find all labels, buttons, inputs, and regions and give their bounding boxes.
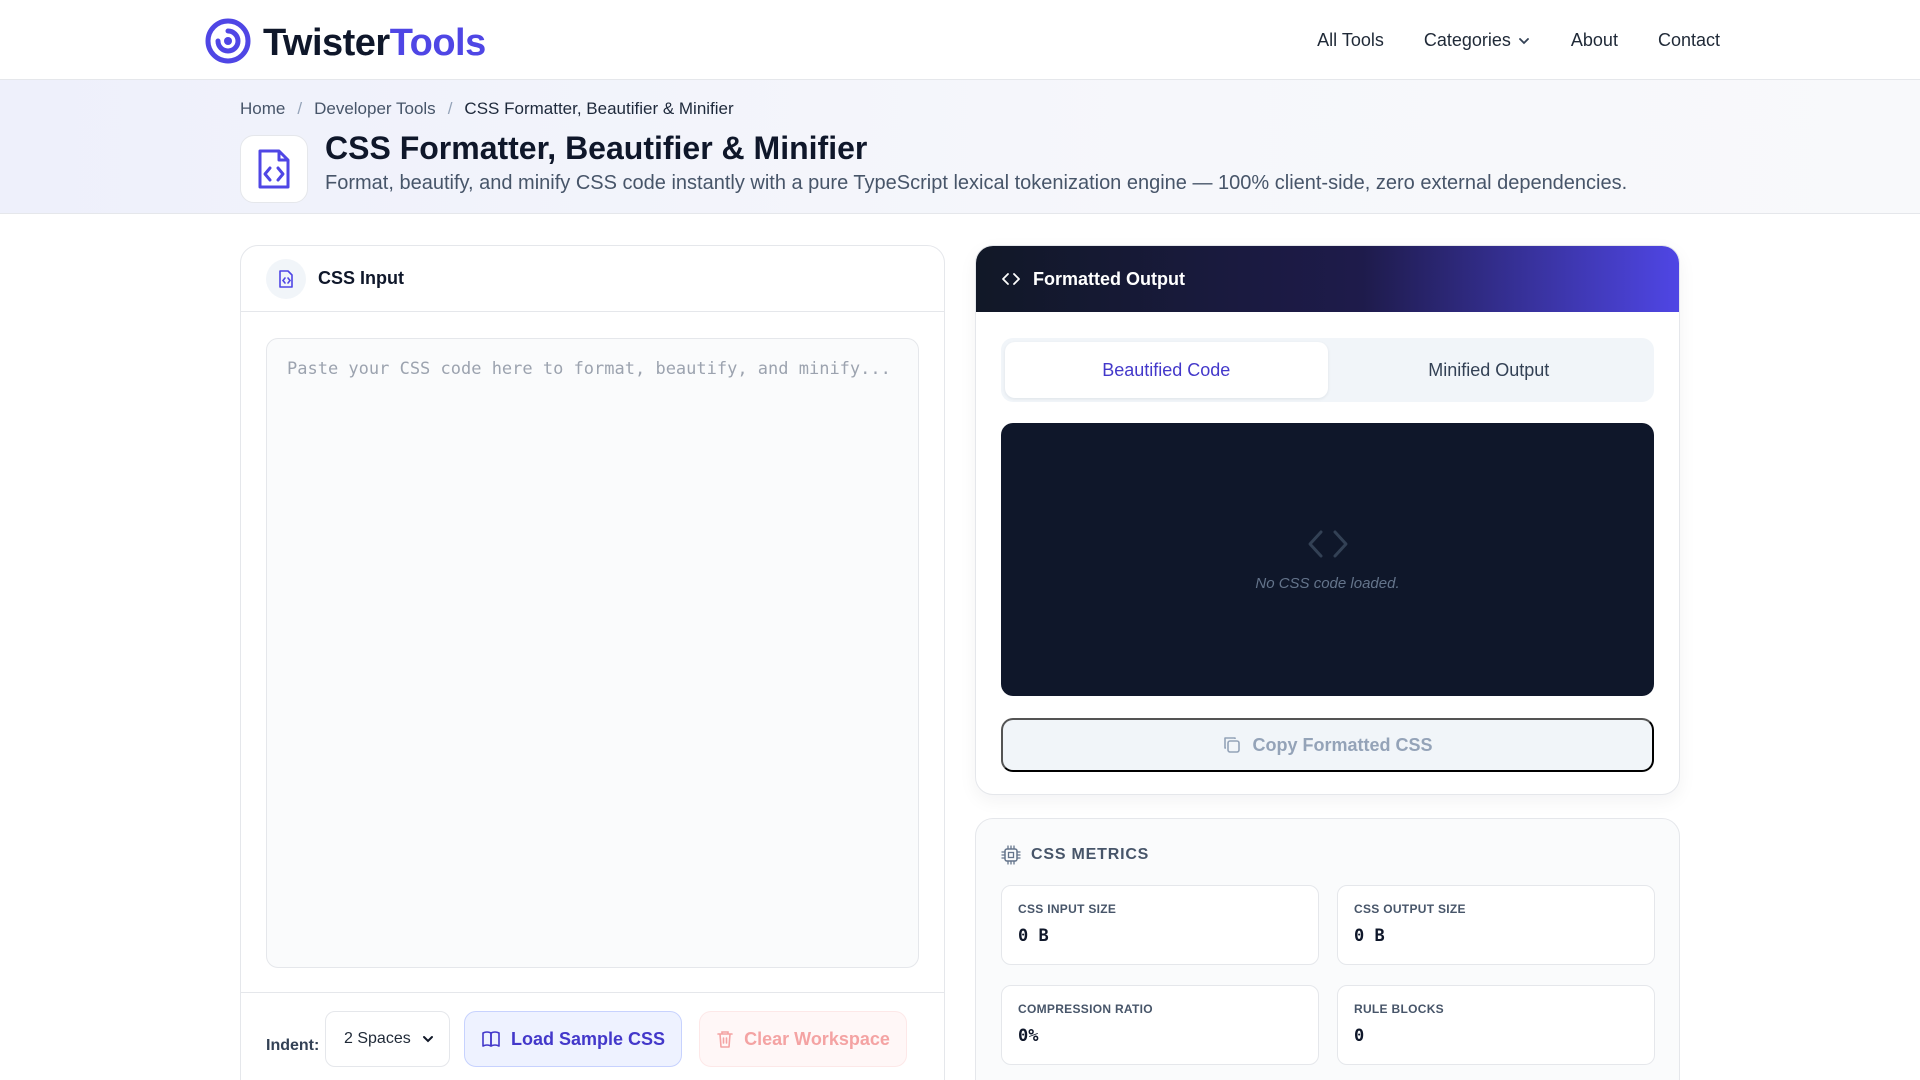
tab-beautified-code-label: Beautified Code: [1102, 359, 1231, 380]
nav-all-tools[interactable]: All Tools: [1317, 30, 1384, 51]
copy-formatted-css-button[interactable]: Copy Formatted CSS: [1001, 718, 1654, 772]
metric-value: 0 B: [1018, 926, 1049, 946]
metric-input-size: CSS INPUT SIZE 0 B: [1001, 885, 1319, 965]
tab-minified-output[interactable]: Minified Output: [1328, 342, 1651, 398]
nav-all-tools-label: All Tools: [1317, 30, 1384, 50]
metric-label: RULE BLOCKS: [1354, 1002, 1444, 1016]
css-input-panel: CSS Input Indent: 2 Spaces Load Sample C…: [240, 245, 945, 1080]
nav-contact-label: Contact: [1657, 30, 1720, 50]
css-metrics-title: CSS METRICS: [1031, 846, 1150, 863]
breadcrumb-separator: /: [297, 99, 303, 118]
nav-categories-label: Categories: [1423, 30, 1511, 50]
code-brackets-icon: [1308, 530, 1347, 558]
nav-about-label: About: [1570, 30, 1618, 50]
metric-label: CSS INPUT SIZE: [1018, 902, 1117, 916]
page-hero: Home / Developer Tools / CSS Formatter, …: [0, 80, 1920, 214]
code-brackets-icon: [1002, 273, 1020, 285]
nav-categories[interactable]: Categories: [1424, 30, 1531, 51]
css-input-textarea[interactable]: [266, 338, 919, 968]
brand-name-part1: Twister: [263, 22, 390, 64]
formatted-output-panel: Formatted Output Beautified Code Minifie…: [975, 245, 1680, 795]
file-code-icon: [266, 258, 306, 299]
load-sample-button[interactable]: Load Sample CSS: [464, 1011, 682, 1067]
metric-label: CSS OUTPUT SIZE: [1354, 902, 1466, 916]
page-subtitle: Format, beautify, and minify CSS code in…: [325, 172, 1628, 194]
breadcrumb: Home / Developer Tools / CSS Formatter, …: [240, 99, 734, 119]
breadcrumb-developer-tools[interactable]: Developer Tools: [314, 99, 436, 119]
page-title: CSS Formatter, Beautifier & Minifier: [325, 130, 868, 166]
breadcrumb-separator: /: [447, 99, 453, 118]
chevron-down-icon: [1519, 37, 1529, 44]
chevron-down-icon: [423, 1036, 433, 1043]
swirl-logo-icon: [203, 18, 253, 69]
book-open-icon: [482, 1031, 500, 1047]
indent-select[interactable]: 2 Spaces: [325, 1011, 450, 1067]
code-output-area[interactable]: No CSS code loaded.: [1001, 423, 1654, 696]
copy-formatted-css-label: Copy Formatted CSS: [1252, 734, 1433, 755]
metric-label: COMPRESSION RATIO: [1018, 1002, 1153, 1016]
output-tabs: Beautified Code Minified Output: [1001, 338, 1654, 402]
nav-about[interactable]: About: [1571, 30, 1618, 51]
clear-workspace-button[interactable]: Clear Workspace: [699, 1011, 907, 1067]
css-input-title: CSS Input: [318, 268, 404, 288]
tab-minified-output-label: Minified Output: [1428, 359, 1550, 380]
formatted-output-header: Formatted Output: [976, 246, 1679, 312]
breadcrumb-home[interactable]: Home: [240, 99, 285, 119]
copy-icon: [1224, 737, 1241, 753]
clear-workspace-label: Clear Workspace: [744, 1028, 890, 1049]
site-header: TwisterTools All Tools Categories About …: [0, 0, 1920, 80]
input-toolbar: Indent: 2 Spaces Load Sample CSS Clear W…: [241, 992, 944, 1080]
metric-value: 0%: [1018, 1026, 1039, 1046]
tab-beautified-code[interactable]: Beautified Code: [1005, 342, 1328, 398]
brand-logo[interactable]: TwisterTools: [203, 18, 486, 69]
indent-select-value: 2 Spaces: [344, 1030, 411, 1047]
load-sample-label: Load Sample CSS: [510, 1028, 666, 1049]
trash-icon: [717, 1031, 733, 1048]
brand-name: TwisterTools: [263, 22, 486, 65]
indent-label: Indent:: [266, 1037, 320, 1054]
nav-contact[interactable]: Contact: [1658, 30, 1720, 51]
breadcrumb-current: CSS Formatter, Beautifier & Minifier: [464, 99, 734, 118]
metric-rule-blocks: RULE BLOCKS 0: [1337, 985, 1655, 1065]
metric-compression-ratio: COMPRESSION RATIO 0%: [1001, 985, 1319, 1065]
metric-value: 0 B: [1354, 926, 1385, 946]
metric-value: 0: [1354, 1026, 1365, 1046]
css-metrics-panel: CSS METRICS CSS INPUT SIZE 0 B CSS OUTPU…: [975, 818, 1680, 1080]
brand-name-part2: Tools: [389, 22, 487, 64]
cpu-chip-icon: [1001, 845, 1021, 865]
css-metrics-header: CSS METRICS: [1001, 845, 1149, 865]
css-input-header: CSS Input: [241, 246, 944, 312]
code-file-icon: [240, 135, 308, 203]
formatted-output-title: Formatted Output: [1033, 268, 1185, 289]
main-nav: All Tools Categories About Contact: [1317, 30, 1720, 51]
empty-state-text: No CSS code loaded.: [1255, 575, 1400, 592]
metric-output-size: CSS OUTPUT SIZE 0 B: [1337, 885, 1655, 965]
